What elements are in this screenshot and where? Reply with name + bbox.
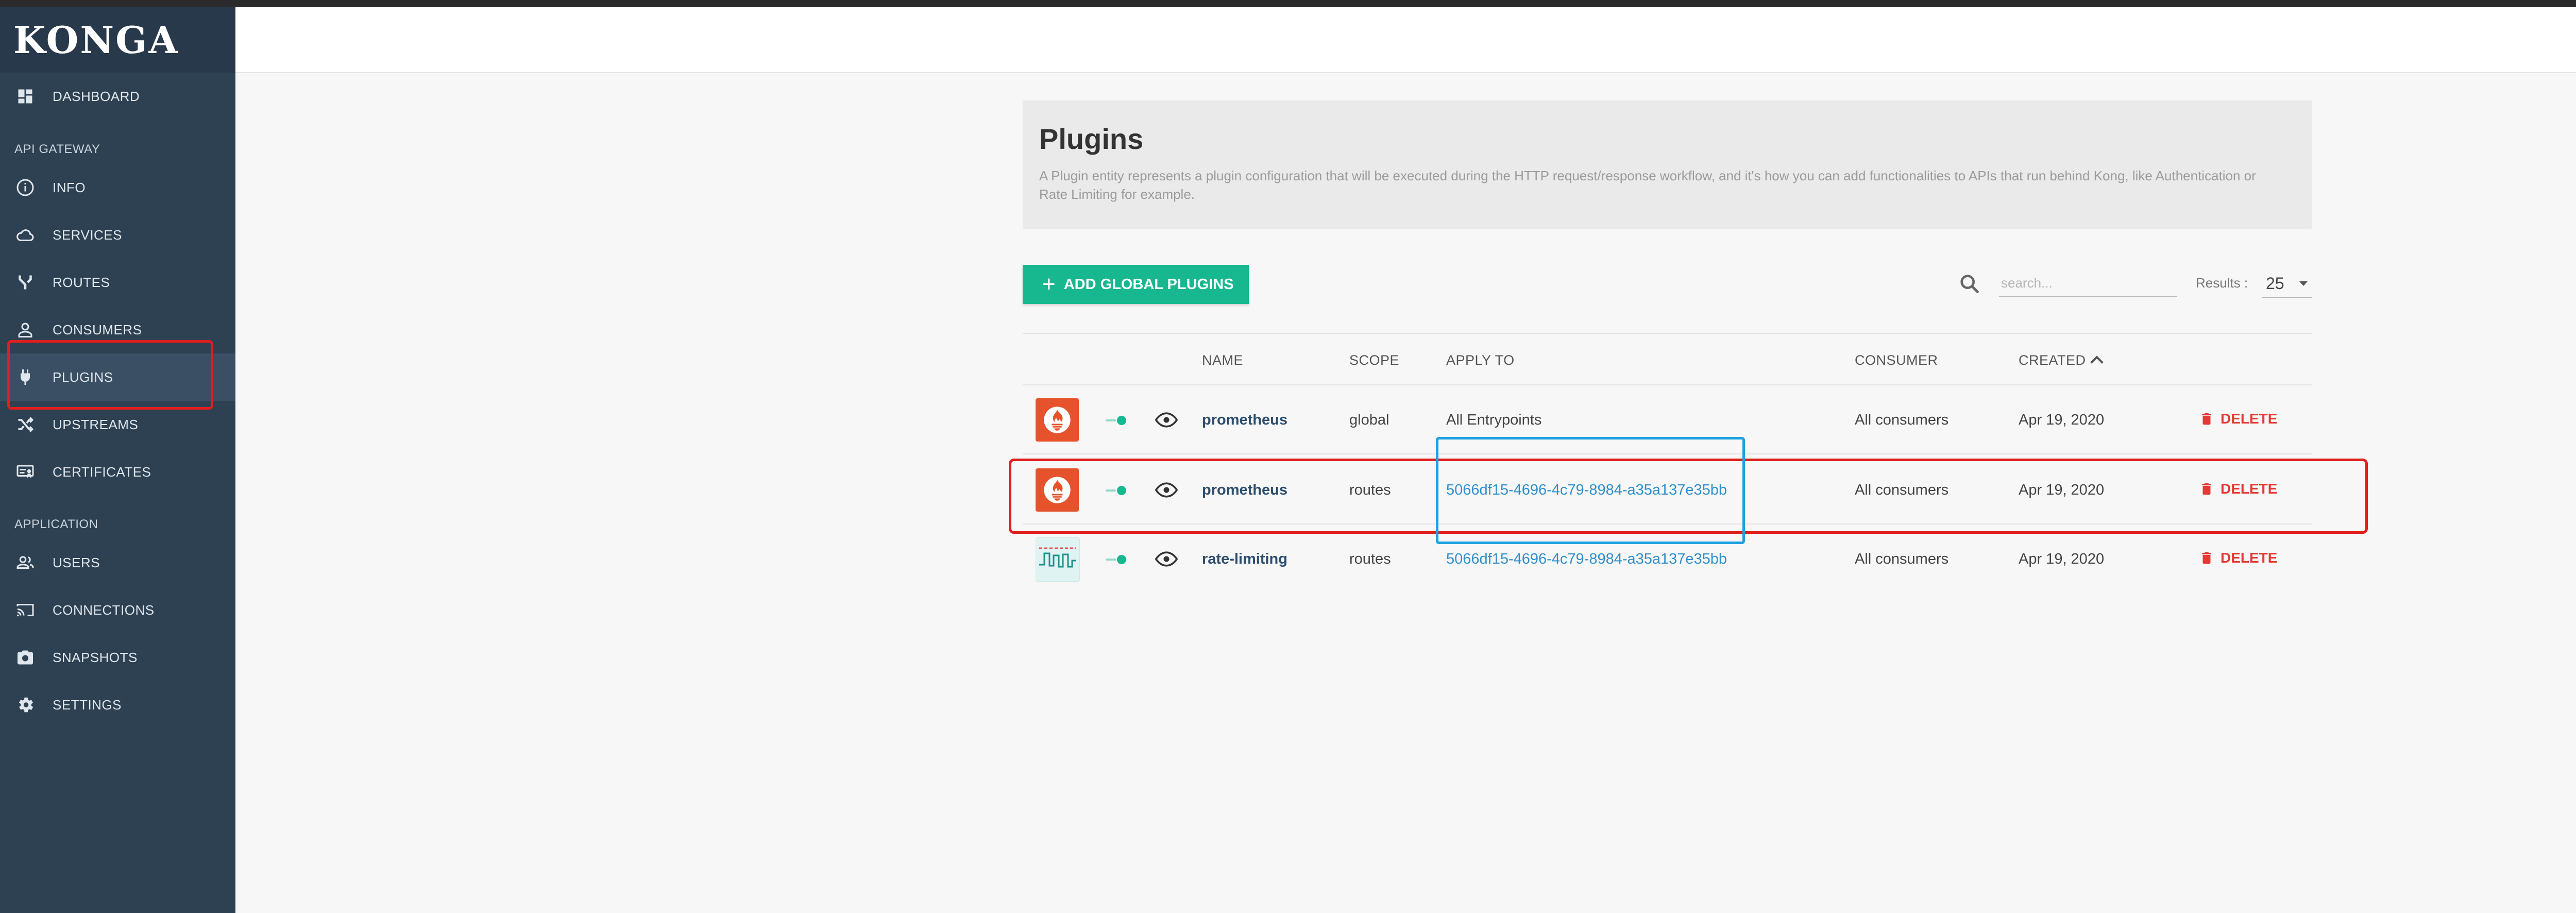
camera-icon: [14, 647, 36, 668]
plugin-name[interactable]: rate-limiting: [1202, 551, 1287, 568]
results-label: Results :: [2196, 275, 2248, 291]
section-title-api-gateway: API GATEWAY: [14, 142, 100, 156]
plus-icon: +: [1042, 272, 1056, 297]
dashboard-icon: [14, 86, 36, 107]
results-per-page-value: 25: [2266, 274, 2284, 293]
table-top-divider: [1023, 333, 2312, 334]
enabled-toggle[interactable]: [1106, 554, 1127, 565]
sidebar-item-label: SNAPSHOTS: [53, 649, 138, 665]
add-global-plugins-label: ADD GLOBAL PLUGINS: [1063, 276, 1234, 293]
cloud-icon: [14, 224, 36, 246]
plugin-apply-to-link[interactable]: 5066df15-4696-4c79-8984-a35a137e35bb: [1446, 551, 1727, 568]
rate-limiting-logo: [1036, 537, 1080, 582]
sidebar-item-info[interactable]: INFO: [0, 164, 235, 211]
page-title: Plugins: [1039, 123, 1144, 155]
column-header-consumer[interactable]: CONSUMER: [1855, 352, 1938, 368]
window-top-bar: [0, 0, 2576, 7]
sidebar-item-snapshots[interactable]: SNAPSHOTS: [0, 634, 235, 681]
eye-icon[interactable]: [1155, 551, 1178, 567]
sidebar-item-settings[interactable]: SETTINGS: [0, 681, 235, 729]
gear-icon: [14, 694, 36, 716]
content-header-bar: [235, 7, 2576, 73]
person-icon: [14, 319, 36, 341]
eye-icon[interactable]: [1155, 412, 1178, 428]
sidebar-item-routes[interactable]: ROUTES: [0, 259, 235, 306]
sidebar-item-label: CERTIFICATES: [53, 464, 151, 480]
plugins-info-panel: Plugins A Plugin entity represents a plu…: [1023, 100, 2312, 229]
page-description: A Plugin entity represents a plugin conf…: [1039, 168, 2256, 202]
sidebar-item-label: CONNECTIONS: [53, 602, 155, 618]
delete-label: DELETE: [2221, 550, 2278, 566]
column-header-apply-to[interactable]: APPLY TO: [1446, 352, 1515, 368]
certificate-icon: [14, 461, 36, 483]
sidebar-item-label: SERVICES: [53, 227, 123, 243]
sort-ascending-icon: [2090, 356, 2104, 369]
plugin-consumer: All consumers: [1855, 551, 1949, 567]
plugin-consumer: All consumers: [1855, 412, 1949, 428]
sidebar-item-label: DASHBOARD: [53, 88, 140, 104]
sidebar-item-certificates[interactable]: CERTIFICATES: [0, 448, 235, 496]
results-per-page-select[interactable]: 25: [2262, 270, 2312, 298]
sidebar-item-services[interactable]: SERVICES: [0, 211, 235, 259]
users-icon: [14, 552, 36, 573]
sidebar-item-label: USERS: [53, 554, 100, 570]
delete-label: DELETE: [2221, 411, 2278, 427]
search-icon[interactable]: [1958, 272, 1981, 296]
plugin-apply-to: All Entrypoints: [1446, 412, 1542, 428]
trash-icon: [2202, 552, 2211, 564]
enabled-toggle[interactable]: [1106, 415, 1127, 426]
sidebar-item-label: INFO: [53, 179, 86, 195]
plugin-created: Apr 19, 2020: [2019, 551, 2105, 567]
delete-button[interactable]: DELETE: [2199, 410, 2277, 428]
section-title-application: APPLICATION: [14, 517, 98, 531]
chevron-down-icon: [2299, 281, 2308, 286]
trash-icon: [2202, 413, 2211, 425]
column-header-scope[interactable]: SCOPE: [1349, 352, 1399, 368]
highlight-box-plugins-nav: [7, 340, 213, 410]
column-header-created[interactable]: CREATED: [2019, 352, 2104, 369]
shuffle-icon: [14, 414, 36, 435]
routes-icon: [14, 272, 36, 293]
table-header-divider: [1023, 384, 2312, 385]
sidebar-item-label: UPSTREAMS: [53, 416, 139, 432]
sidebar-item-users[interactable]: USERS: [0, 539, 235, 586]
sidebar-item-label: CONSUMERS: [53, 322, 142, 337]
plugin-name[interactable]: prometheus: [1202, 412, 1287, 429]
search-input[interactable]: [1999, 270, 2177, 297]
add-global-plugins-button[interactable]: + ADD GLOBAL PLUGINS: [1023, 265, 1249, 304]
logo-area[interactable]: KONGA: [0, 7, 235, 73]
column-header-name[interactable]: NAME: [1202, 352, 1243, 368]
sidebar-item-connections[interactable]: CONNECTIONS: [0, 586, 235, 634]
cast-icon: [14, 599, 36, 621]
plugin-scope: global: [1349, 412, 1389, 428]
sidebar-item-label: SETTINGS: [53, 697, 122, 713]
prometheus-logo: [1036, 398, 1079, 442]
konga-logo: KONGA: [13, 18, 179, 62]
info-icon: [14, 177, 36, 198]
highlight-box-apply-to: [1436, 437, 1745, 544]
delete-button[interactable]: DELETE: [2199, 549, 2277, 567]
sidebar: KONGA DASHBOARD API GATEWAY INFO SERVICE…: [0, 7, 235, 913]
sidebar-item-dashboard[interactable]: DASHBOARD: [0, 73, 235, 120]
plugin-scope: routes: [1349, 551, 1391, 567]
plugin-created: Apr 19, 2020: [2019, 412, 2105, 428]
sidebar-item-label: ROUTES: [53, 274, 110, 290]
column-header-created-label: CREATED: [2019, 352, 2086, 368]
